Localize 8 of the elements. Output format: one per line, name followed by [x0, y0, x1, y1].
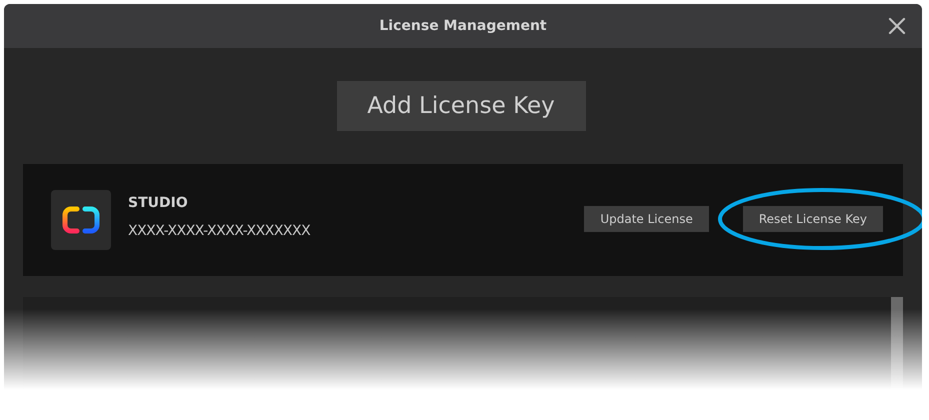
add-license-button[interactable]: Add License Key — [336, 81, 586, 131]
update-license-button[interactable]: Update License — [584, 206, 709, 232]
app-icon — [51, 190, 111, 250]
close-icon[interactable] — [888, 17, 906, 35]
window-title: License Management — [379, 18, 547, 34]
reset-license-button[interactable]: Reset License Key — [742, 206, 883, 232]
product-name: STUDIO — [128, 195, 189, 211]
license-key: XXXX-XXXX-XXXX-XXXXXXX — [128, 223, 310, 239]
